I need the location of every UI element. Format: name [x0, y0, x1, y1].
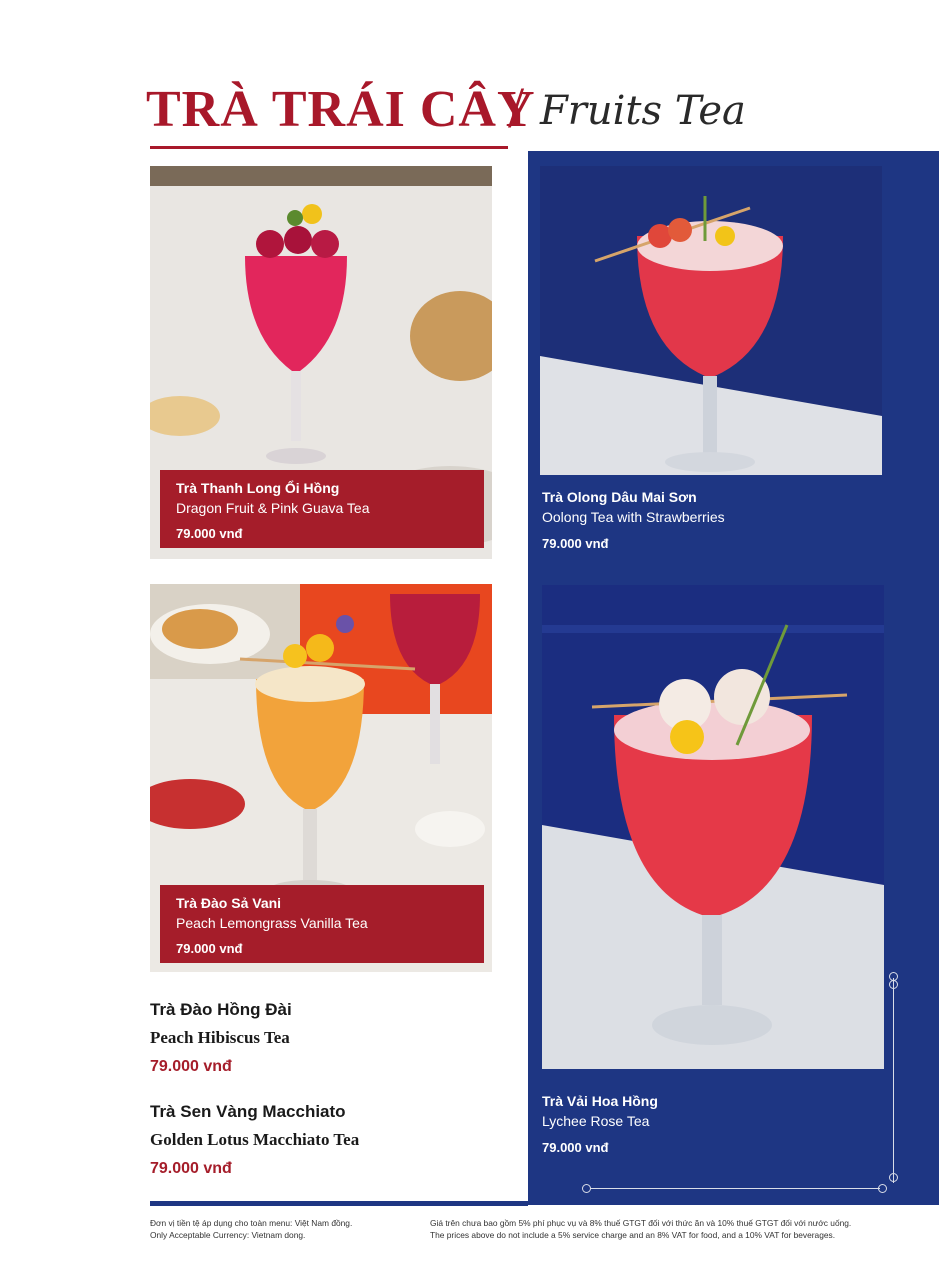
- item-price: 79.000 vnđ: [176, 941, 243, 956]
- item-price: 79.000 vnđ: [542, 1140, 609, 1155]
- item-price: 79.000 vnđ: [150, 1058, 232, 1075]
- currency-note-en: Only Acceptable Currency: Vietnam dong.: [150, 1230, 306, 1240]
- page-title: TRÀ TRÁI CÂY: [146, 81, 536, 138]
- footer-currency-note: Đơn vị tiền tệ áp dụng cho toàn menu: Vi…: [150, 1217, 352, 1241]
- photo-lychee-rose-tea: [542, 585, 884, 1069]
- item-price: 79.000 vnđ: [176, 526, 243, 541]
- page-subtitle: Fruits Tea: [540, 88, 746, 134]
- item-name-vn: Trà Sen Vàng Macchiato: [150, 1102, 346, 1121]
- decorative-vertical-line: [893, 978, 894, 1183]
- item-name-vn: Trà Đào Hồng Đài: [150, 1000, 292, 1019]
- caption-dragon-fruit-tea: Trà Thanh Long Ổi Hồng Dragon Fruit & Pi…: [160, 470, 484, 548]
- item-name-en: Oolong Tea with Strawberries: [542, 509, 725, 525]
- tax-note-en: The prices above do not include a 5% ser…: [430, 1230, 836, 1240]
- decorative-ring-icon: [878, 1184, 887, 1193]
- item-name-en: Golden Lotus Macchiato Tea: [150, 1130, 360, 1149]
- footer-divider: [150, 1201, 528, 1206]
- tax-note-vn: Giá trên chưa bao gồm 5% phí phục vụ và …: [430, 1218, 852, 1228]
- caption-oolong-strawberry-tea: Trà Olong Dâu Mai Sơn Oolong Tea with St…: [542, 487, 882, 554]
- title-underline: [150, 146, 508, 149]
- menu-item-golden-lotus: Trà Sen Vàng Macchiato Golden Lotus Macc…: [150, 1100, 520, 1180]
- menu-item-peach-hibiscus: Trà Đào Hồng Đài Peach Hibiscus Tea 79.0…: [150, 998, 520, 1078]
- item-name-vn: Trà Vải Hoa Hồng: [542, 1093, 658, 1109]
- decorative-horizontal-line: [590, 1188, 880, 1189]
- item-price: 79.000 vnđ: [542, 536, 609, 551]
- caption-peach-lemongrass-tea: Trà Đào Sả Vani Peach Lemongrass Vanilla…: [160, 885, 484, 963]
- caption-lychee-rose-tea: Trà Vải Hoa Hồng Lychee Rose Tea 79.000 …: [542, 1091, 882, 1158]
- item-name-vn: Trà Đào Sả Vani: [176, 895, 282, 911]
- item-price: 79.000 vnđ: [150, 1160, 232, 1177]
- photo-oolong-strawberry-tea: [540, 166, 882, 475]
- currency-note-vn: Đơn vị tiền tệ áp dụng cho toàn menu: Vi…: [150, 1218, 353, 1228]
- decorative-ring-icon: [582, 1184, 591, 1193]
- decorative-ring-icon: [889, 1173, 898, 1182]
- title-slash: /: [508, 75, 525, 140]
- footer-tax-note: Giá trên chưa bao gồm 5% phí phục vụ và …: [430, 1217, 851, 1241]
- item-name-en: Lychee Rose Tea: [542, 1113, 650, 1129]
- item-name-en: Peach Lemongrass Vanilla Tea: [176, 915, 368, 931]
- item-name-vn: Trà Thanh Long Ổi Hồng: [176, 480, 340, 496]
- item-name-en: Dragon Fruit & Pink Guava Tea: [176, 500, 370, 516]
- decorative-ring-icon: [889, 980, 898, 989]
- item-name-vn: Trà Olong Dâu Mai Sơn: [542, 489, 697, 505]
- item-name-en: Peach Hibiscus Tea: [150, 1028, 290, 1047]
